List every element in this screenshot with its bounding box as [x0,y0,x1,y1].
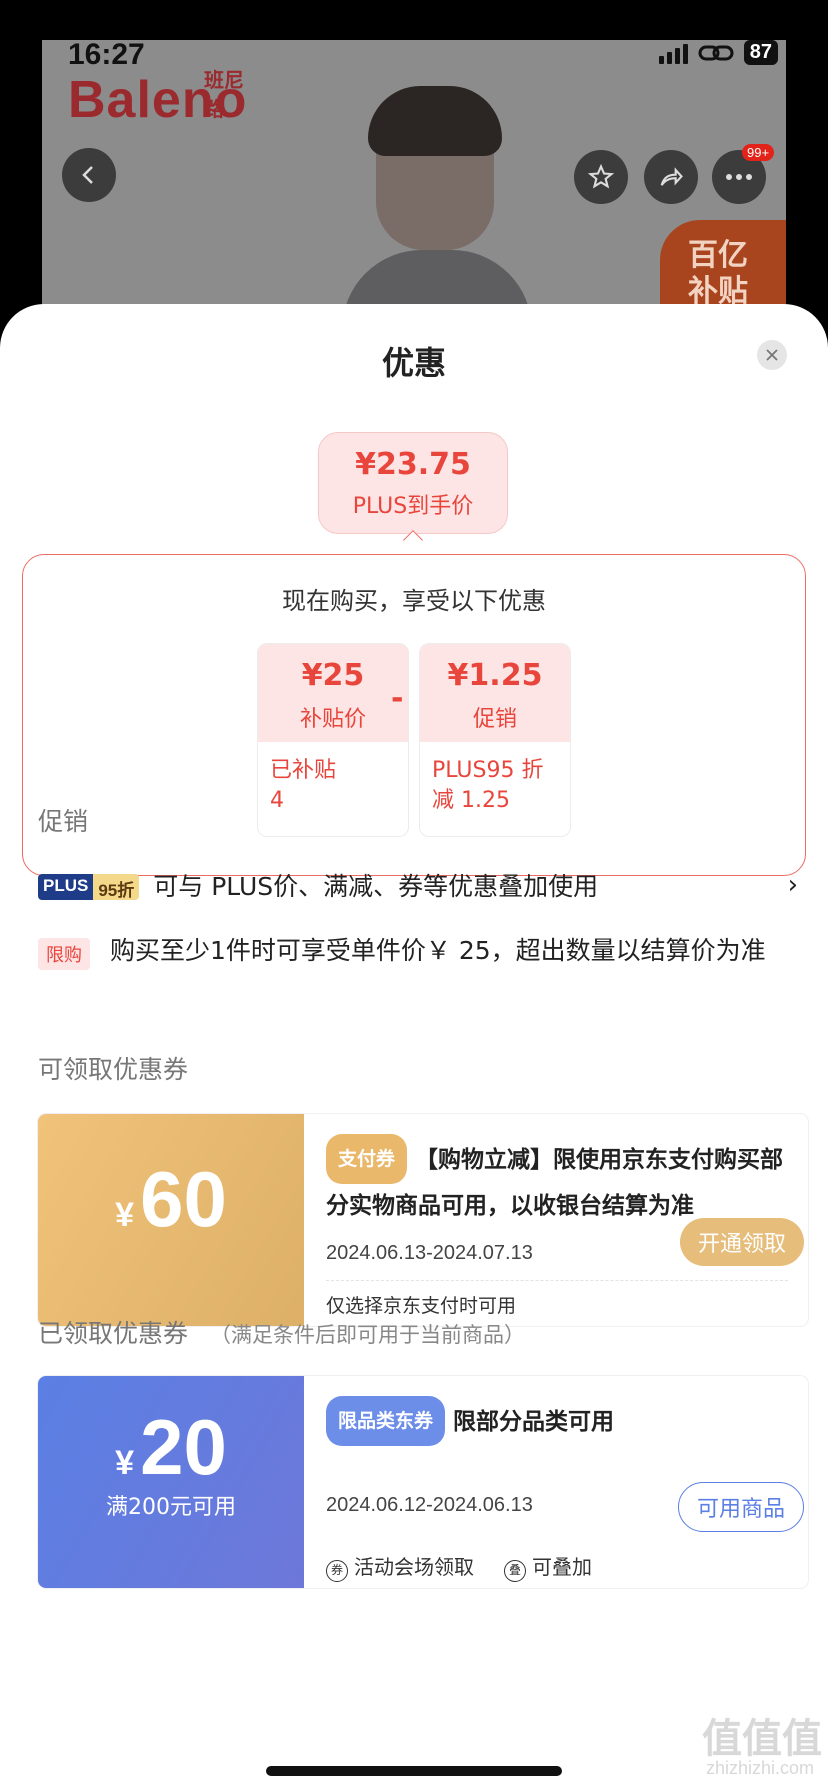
link-icon [698,45,734,60]
watermark-url: zhizhizhi.com [705,1758,814,1778]
subsidy-price-card: ¥25 补贴价 已补贴 4 [257,643,409,837]
coupon-condition: 满200元可用 [106,1495,236,1520]
promotion-card: ¥1.25 促销 PLUS95 折 减 1.25 [419,643,571,837]
coupon-note-venue-text: 活动会场领取 [354,1555,474,1579]
coupon-amount: 60 [140,1155,227,1243]
plus-tag-left: PLUS [38,874,94,900]
chevron-left-icon [82,166,93,184]
close-button[interactable] [757,340,787,370]
signal-icon [658,42,688,64]
plus-promo-row[interactable]: PLUS 95折 可与 PLUS价、满减、券等优惠叠加使用 › [38,870,798,904]
price-calc-box: 现在购买，享受以下优惠 ¥25 补贴价 已补贴 4 - ¥1.25 促销 PLU… [22,554,806,876]
chevron-right-icon: › [787,870,798,900]
back-button[interactable] [62,148,116,202]
claimed-coupons-title: 已领取优惠券 [38,1319,189,1348]
coupon-note-venue: 券活动会场领取 [326,1551,474,1582]
final-price-box: ¥23.75 PLUS到手价 [318,432,508,534]
brand-name-cn: 班尼路 [204,70,244,121]
status-bar: 16:27 87 [0,0,828,71]
star-icon [587,163,615,189]
claimed-coupons-hint: （满足条件后即可用于当前商品） [209,1323,525,1347]
coupon-title: 限部分品类可用 [453,1409,615,1435]
plus-promo-text: 可与 PLUS价、满减、券等优惠叠加使用 [153,872,599,901]
coupon-notes: 券活动会场领取 叠可叠加 [326,1551,788,1582]
claimed-coupons-label: 已领取优惠券 （满足条件后即可用于当前商品） [38,1314,525,1350]
share-button[interactable] [644,150,698,204]
promotions-section-label: 促销 [38,807,89,836]
battery-indicator: 87 [743,40,778,65]
plus-discount-tag: PLUS 95折 [38,874,140,900]
product-banner: Baleno 班尼路 99+ 百亿 补贴 [42,40,786,340]
more-icon [726,174,752,180]
brand-logo: Baleno 班尼路 [68,70,247,130]
coupon-note: 仅选择京东支付时可用 [326,1280,788,1318]
subsidy-price-detail: 已补贴 4 [270,758,337,813]
final-price: ¥23.75 [355,447,471,482]
coupon-card: ¥20 满200元可用 限品类东券 限部分品类可用 2024.06.12-2024… [38,1376,808,1588]
status-time: 16:27 [68,38,145,71]
coupon-note-stackable: 叠可叠加 [504,1551,592,1582]
coupon-value-panel: ¥20 满200元可用 [38,1376,304,1588]
sheet-title: 优惠 [381,344,446,382]
limit-promo-text: 购买至少1件时可享受单件价￥ 25，超出数量以结算价为准 [110,936,766,965]
notification-badge: 99+ [742,144,775,161]
eligible-products-button[interactable]: 可用商品 [677,1482,804,1532]
discount-sheet: 优惠 ¥23.75 PLUS到手价 现在购买，享受以下优惠 ¥25 补贴价 已补… [0,304,828,1792]
subsidy-price-amount: ¥25 [301,658,365,693]
coupon-note-stackable-text: 可叠加 [532,1555,592,1579]
coupon-card: ¥60 支付券 【购物立减】限使用京东支付购买部分实物商品可用，以收银台结算为准 … [38,1114,808,1326]
promotion-label: 促销 [472,707,517,732]
favorite-button[interactable] [574,150,628,204]
promotion-amount: ¥1.25 [447,658,543,693]
watermark-logo: 值值值 [702,1717,822,1761]
available-coupons-label: 可领取优惠券 [38,1055,189,1084]
calc-heading: 现在购买，享受以下优惠 [282,587,546,615]
status-icons: 87 [658,40,778,65]
plus-tag-right: 95折 [93,874,140,900]
model-photo [332,80,532,340]
ticket-icon: 券 [326,1560,348,1582]
coupon-type-tag: 支付券 [326,1134,408,1184]
home-indicator[interactable] [266,1766,562,1776]
coupon-currency: ¥ [115,1444,135,1482]
limit-promo-row: 限购 购买至少1件时可享受单件价￥ 25，超出数量以结算价为准 [38,934,798,970]
coupon-value-panel: ¥60 [38,1114,304,1326]
final-price-label: PLUS到手价 [352,494,474,519]
claim-coupon-button[interactable]: 开通领取 [679,1218,804,1266]
stack-icon: 叠 [504,1560,526,1582]
coupon-type-tag: 限品类东券 [326,1396,446,1446]
coupon-amount: 20 [140,1403,227,1491]
promotion-detail: PLUS95 折 减 1.25 [432,758,544,813]
close-icon [766,349,778,361]
coupon-currency: ¥ [115,1196,135,1234]
share-icon [660,167,683,186]
limit-purchase-tag: 限购 [38,938,90,970]
subsidy-price-label: 补贴价 [299,707,366,732]
minus-operator: - [391,681,404,716]
